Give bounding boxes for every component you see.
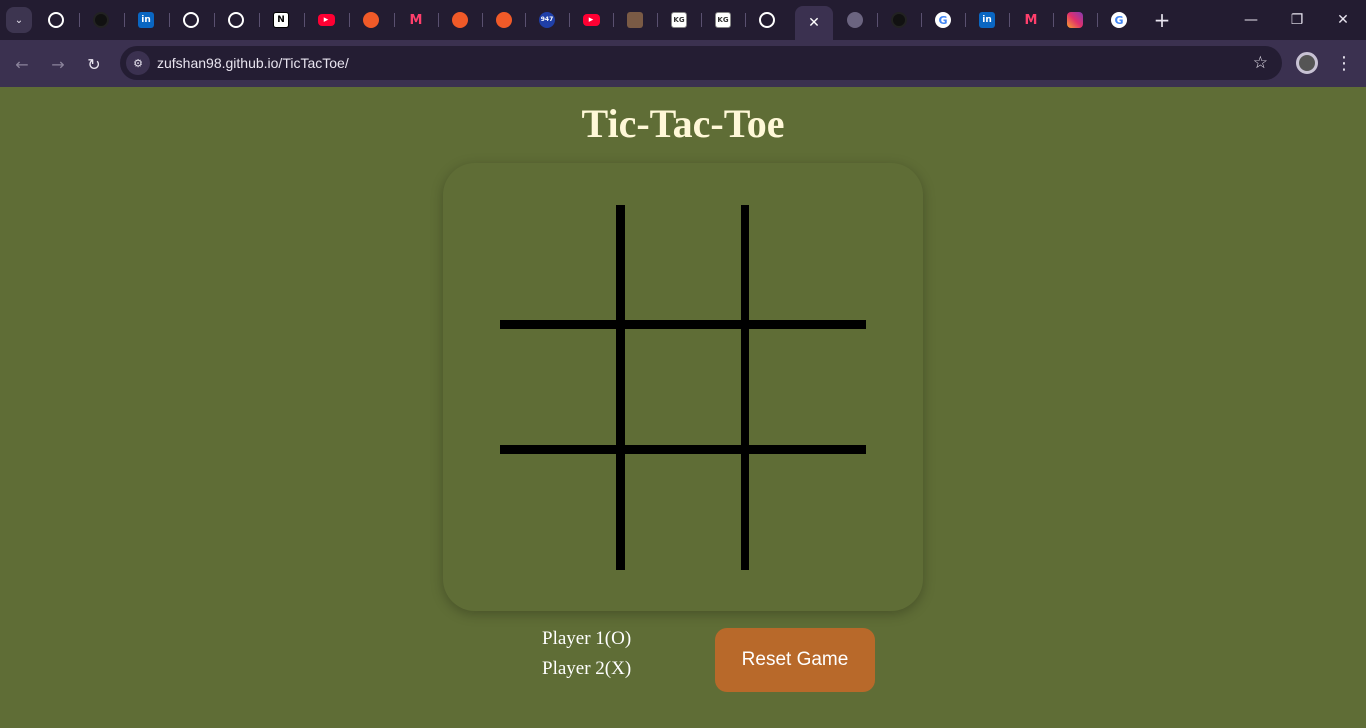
youtube-icon: ▸ (317, 14, 335, 26)
kg-icon: KG (715, 12, 731, 28)
tab[interactable] (877, 6, 921, 34)
tab[interactable]: KG (657, 6, 701, 34)
youtube-icon: ▸ (582, 14, 600, 26)
board-cell[interactable] (500, 329, 616, 445)
restore-icon: ❐ (1290, 12, 1304, 28)
tab[interactable] (745, 6, 789, 34)
more-vertical-icon: ⋮ (1335, 52, 1353, 74)
address-bar[interactable]: ⚙ zufshan98.github.io/TicTacToe/ ☆ (120, 46, 1282, 80)
tab[interactable] (482, 6, 526, 34)
linkedin-icon: in (138, 12, 154, 28)
globe-icon (847, 12, 863, 28)
tab[interactable] (214, 6, 258, 34)
plus-icon: + (1153, 8, 1171, 32)
grid-line-horizontal (500, 445, 866, 454)
tab-active[interactable]: ✕ (795, 6, 833, 40)
tab[interactable]: M (394, 6, 438, 34)
restore-button[interactable]: ❐ (1274, 0, 1320, 40)
grid-line-horizontal (500, 320, 866, 329)
chevron-down-icon: ⌄ (14, 14, 24, 26)
tab-search-button[interactable]: ⌄ (6, 7, 32, 33)
reload-icon: ↻ (87, 54, 101, 74)
window-close-button[interactable]: ✕ (1320, 0, 1366, 40)
player-2-label: Player 2(X) (542, 658, 632, 679)
tab[interactable]: in (124, 6, 168, 34)
tab[interactable] (79, 6, 123, 34)
tab[interactable]: 947 (525, 6, 569, 34)
player-1-label: Player 1(O) (542, 628, 632, 649)
reset-game-button[interactable]: Reset Game (715, 628, 875, 692)
board-cell[interactable] (749, 454, 866, 570)
tune-icon: ⚙ (133, 57, 143, 70)
back-button[interactable]: ← (8, 50, 36, 78)
board-cell[interactable] (625, 205, 741, 320)
game-board (443, 163, 923, 611)
board-cell[interactable] (500, 205, 616, 320)
board-cell[interactable] (749, 329, 866, 445)
board-cell[interactable] (625, 454, 741, 570)
bookmark-star-icon[interactable]: ☆ (1253, 53, 1268, 73)
url-text[interactable]: zufshan98.github.io/TicTacToe/ (157, 55, 349, 71)
tab[interactable] (833, 6, 877, 34)
github-icon (93, 12, 109, 28)
myntra-icon: M (409, 12, 423, 28)
tab-strip: ⌄ in N ▸ M 947 ▸ KG KG ✕ G in M G + — ❐ … (0, 0, 1366, 40)
tab[interactable] (169, 6, 213, 34)
radio-947-icon: 947 (539, 12, 555, 28)
close-icon[interactable]: ✕ (808, 15, 820, 31)
github-icon (891, 12, 907, 28)
forward-button[interactable]: → (44, 50, 72, 78)
new-tab-button[interactable]: + (1150, 8, 1174, 32)
instagram-icon (1067, 12, 1083, 28)
tab[interactable] (438, 6, 482, 34)
close-icon: ✕ (1337, 12, 1349, 28)
github-icon (228, 12, 244, 28)
board-cell[interactable] (625, 329, 741, 445)
linkedin-icon: in (979, 12, 995, 28)
notion-icon: N (273, 12, 289, 28)
board-cell[interactable] (749, 205, 866, 320)
swiggy-icon (496, 12, 512, 28)
tab[interactable]: KG (701, 6, 745, 34)
tab[interactable]: N (259, 6, 303, 34)
page-title: Tic-Tac-Toe (581, 101, 785, 146)
tab[interactable] (34, 6, 78, 34)
player-legend: Player 1(O) Player 2(X) (542, 628, 631, 688)
google-icon: G (935, 12, 951, 28)
arrow-right-icon: → (51, 54, 65, 74)
tab[interactable]: in (965, 6, 1009, 34)
extension-icon[interactable] (1296, 52, 1318, 74)
google-icon: G (1111, 12, 1127, 28)
tab[interactable]: G (921, 6, 965, 34)
browser-menu-button[interactable]: ⋮ (1334, 50, 1354, 76)
tab[interactable]: M (1009, 6, 1053, 34)
photo-icon (627, 12, 643, 28)
github-icon (759, 12, 775, 28)
grid-line-vertical (616, 205, 625, 570)
tab[interactable] (1053, 6, 1097, 34)
tab[interactable] (613, 6, 657, 34)
myntra-icon: M (1024, 12, 1038, 28)
arrow-left-icon: ← (15, 54, 29, 74)
tab[interactable] (349, 6, 393, 34)
grid-line-vertical (741, 205, 749, 570)
board-cell[interactable] (500, 454, 616, 570)
tab[interactable]: ▸ (569, 6, 613, 34)
browser-toolbar: ← → ↻ ⚙ zufshan98.github.io/TicTacToe/ ☆… (0, 40, 1366, 87)
github-icon (183, 12, 199, 28)
tab[interactable]: G (1097, 6, 1141, 34)
minimize-button[interactable]: — (1228, 0, 1274, 40)
swiggy-icon (363, 12, 379, 28)
site-info-button[interactable]: ⚙ (126, 51, 150, 75)
reload-button[interactable]: ↻ (80, 50, 108, 78)
swiggy-icon (452, 12, 468, 28)
kg-icon: KG (671, 12, 687, 28)
github-icon (48, 12, 64, 28)
minimize-icon: — (1244, 12, 1258, 28)
tab[interactable]: ▸ (304, 6, 348, 34)
